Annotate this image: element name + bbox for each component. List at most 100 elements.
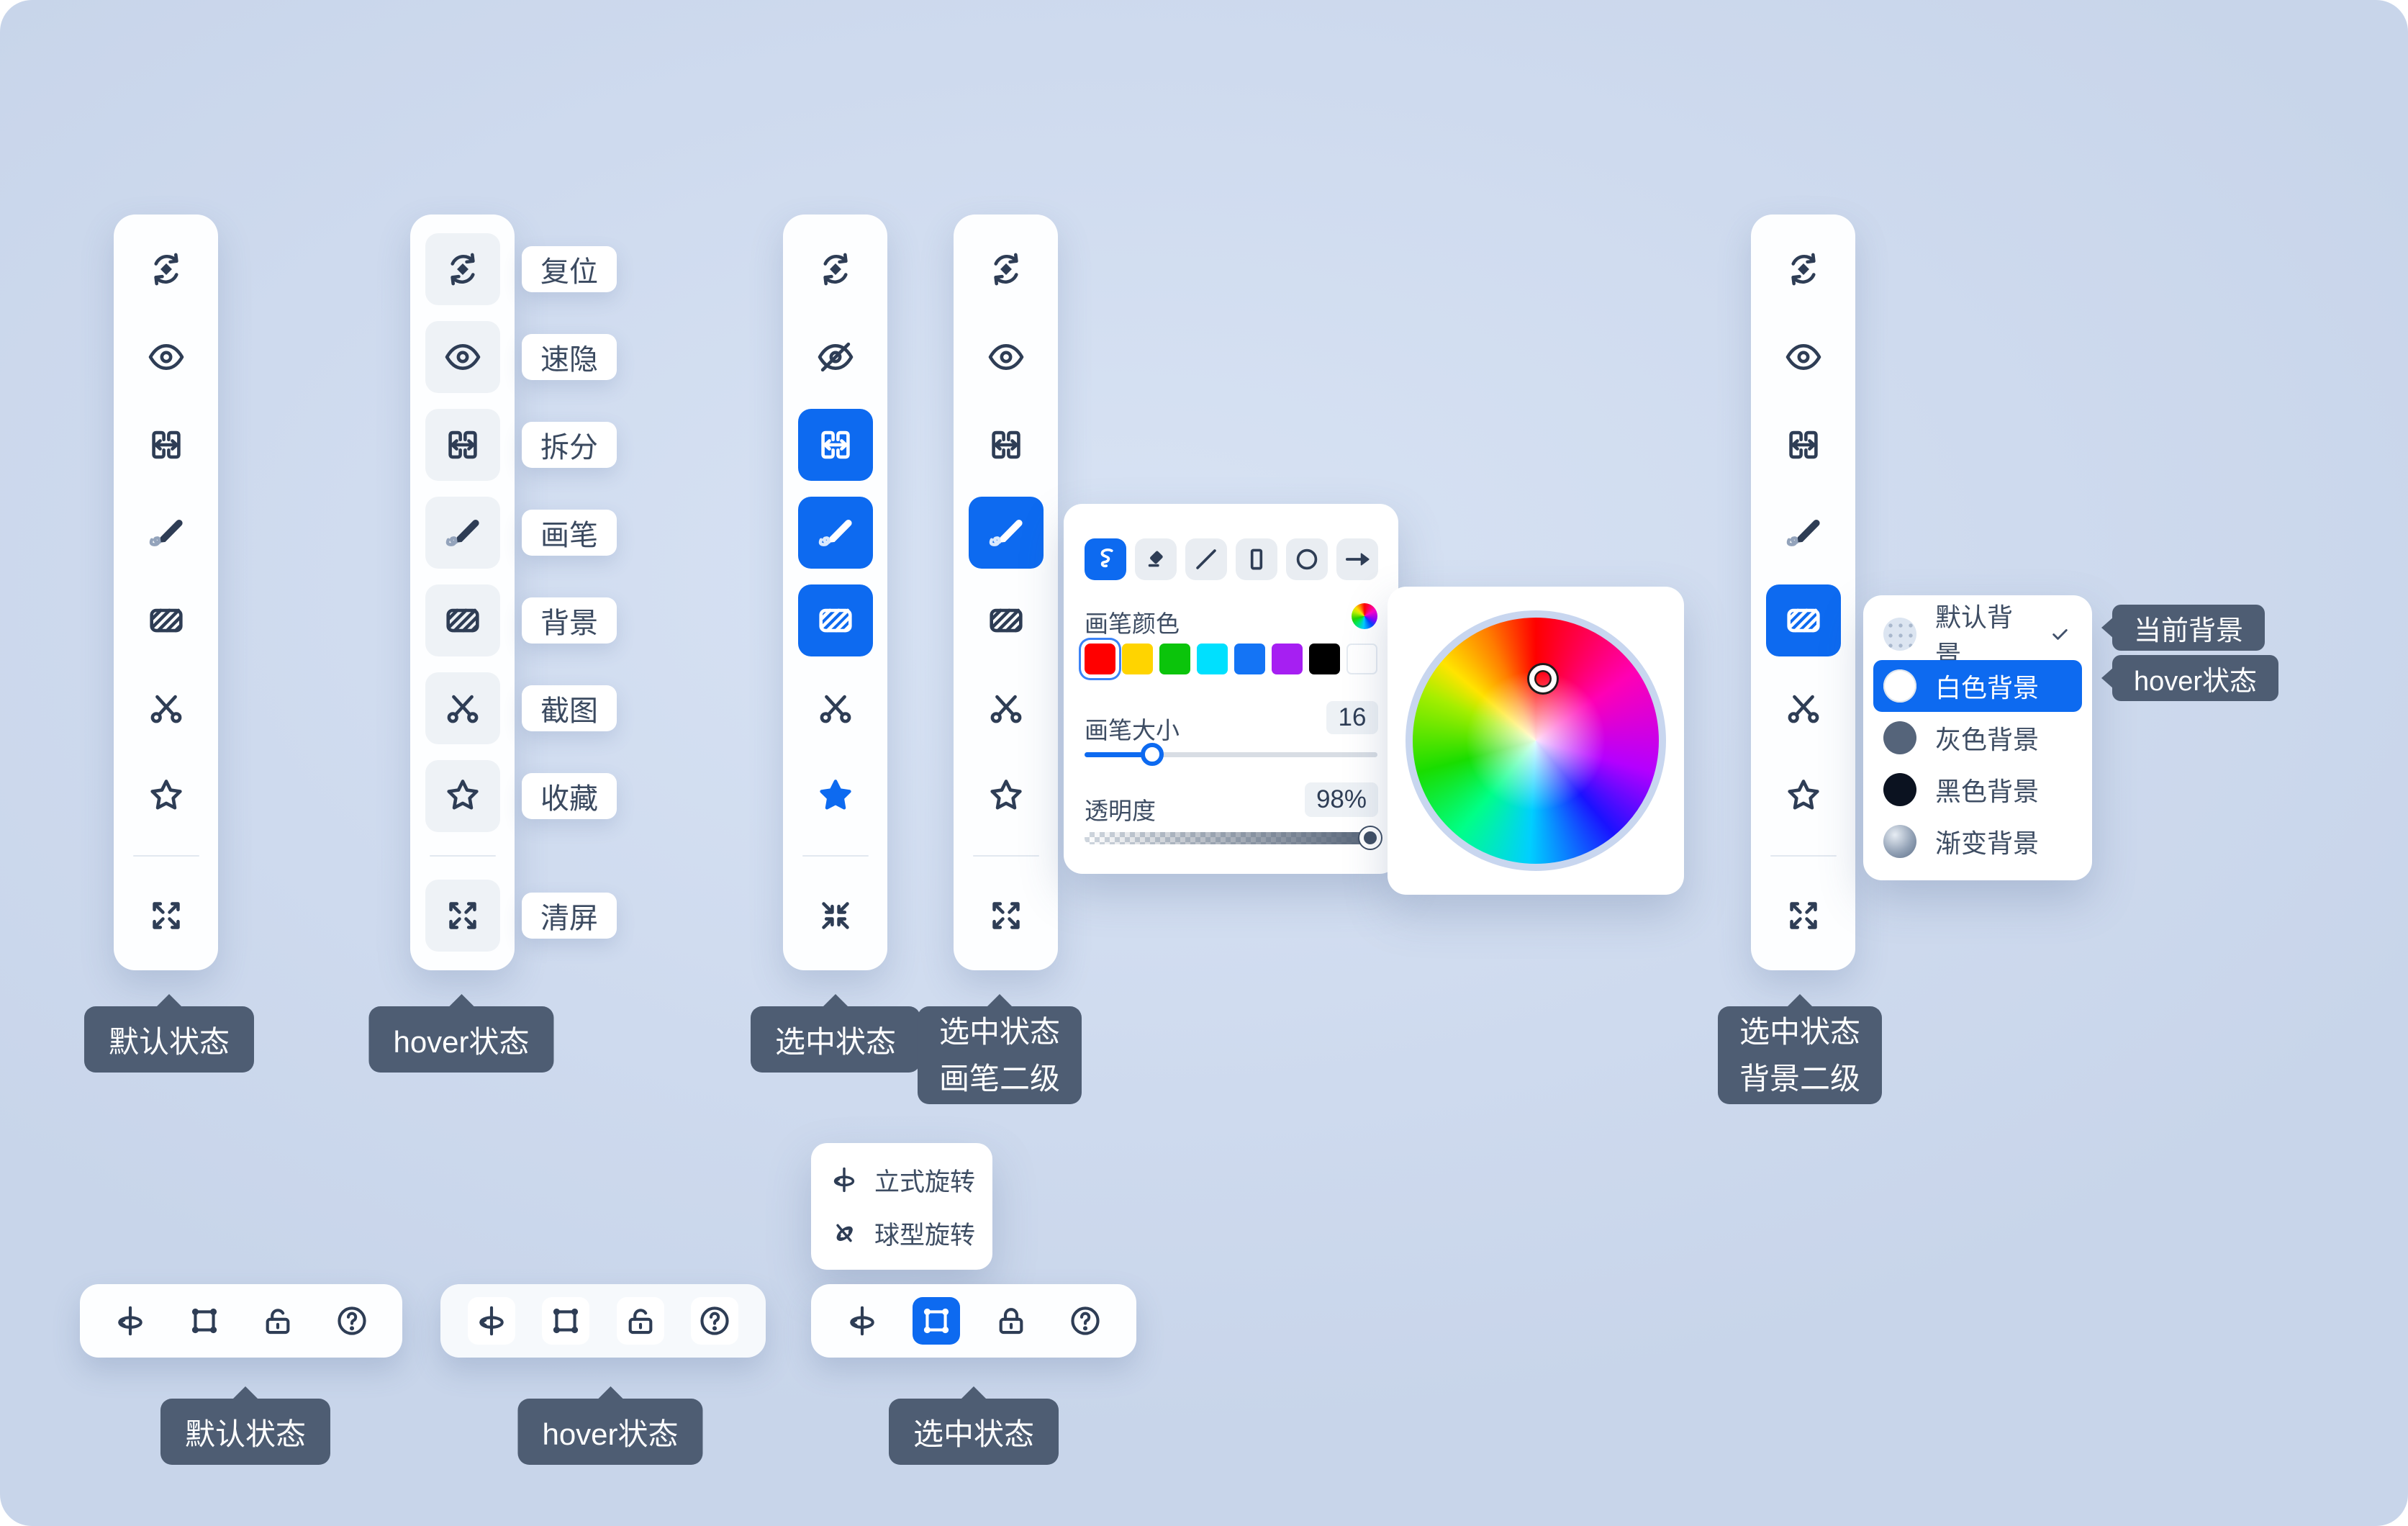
screenshot-button[interactable] bbox=[798, 672, 873, 744]
reset-button[interactable] bbox=[798, 233, 873, 305]
line-tool-button[interactable] bbox=[1185, 538, 1227, 580]
star-icon bbox=[442, 775, 484, 817]
swatch-white[interactable] bbox=[1346, 644, 1377, 674]
star-filled-icon bbox=[815, 775, 856, 817]
background-icon bbox=[815, 600, 856, 641]
swatch-green[interactable] bbox=[1159, 644, 1190, 674]
slider-knob[interactable] bbox=[1141, 743, 1164, 766]
hide-button[interactable] bbox=[1766, 321, 1841, 393]
screenshot-button[interactable] bbox=[969, 672, 1044, 744]
arrow-tool-button[interactable] bbox=[1336, 538, 1378, 580]
swatch-blue[interactable] bbox=[1234, 644, 1265, 674]
menu-item-gradient-bg[interactable]: 渐变背景 bbox=[1873, 816, 2082, 867]
star-icon bbox=[985, 775, 1027, 817]
screenshot-button[interactable] bbox=[1766, 672, 1841, 744]
split-button[interactable] bbox=[798, 409, 873, 481]
favorite-button[interactable] bbox=[798, 760, 873, 832]
reset-button[interactable] bbox=[129, 233, 204, 305]
menu-item-default-bg[interactable]: 默认背景 bbox=[1873, 608, 2082, 660]
fullscreen-button[interactable] bbox=[969, 880, 1044, 952]
pen-tool-button[interactable] bbox=[1085, 538, 1126, 580]
menu-item-gray-bg[interactable]: 灰色背景 bbox=[1873, 712, 2082, 764]
ellipse-tool-button[interactable] bbox=[1286, 538, 1328, 580]
favorite-button[interactable] bbox=[1766, 760, 1841, 832]
lock-button[interactable] bbox=[617, 1297, 664, 1345]
transform-frame-button[interactable] bbox=[181, 1297, 228, 1345]
transform-frame-button[interactable] bbox=[913, 1297, 960, 1345]
swatch-yellow[interactable] bbox=[1122, 644, 1153, 674]
split-button[interactable] bbox=[969, 409, 1044, 481]
swatch-black[interactable] bbox=[1309, 644, 1340, 674]
swatch-cyan[interactable] bbox=[1197, 644, 1228, 674]
favorite-button[interactable] bbox=[129, 760, 204, 832]
background-button[interactable] bbox=[129, 584, 204, 656]
hide-button[interactable] bbox=[425, 321, 500, 393]
brush-size-label: 画笔大小 bbox=[1085, 711, 1180, 746]
slider-knob[interactable] bbox=[1359, 827, 1381, 849]
tooltip-current-background: 当前背景 bbox=[2112, 605, 2265, 651]
brush-size-slider[interactable] bbox=[1085, 752, 1377, 757]
eraser-tool-button[interactable] bbox=[1135, 538, 1177, 580]
toolbar-default bbox=[114, 215, 218, 970]
reset-button[interactable] bbox=[969, 233, 1044, 305]
favorite-button[interactable] bbox=[425, 760, 500, 832]
color-wheel-button[interactable] bbox=[1352, 603, 1377, 629]
brush-button[interactable] bbox=[798, 497, 873, 569]
help-button[interactable] bbox=[1062, 1297, 1109, 1345]
split-button[interactable] bbox=[129, 409, 204, 481]
background-button[interactable] bbox=[1766, 584, 1841, 656]
eye-off-icon bbox=[815, 336, 856, 378]
split-button[interactable] bbox=[425, 409, 500, 481]
tooltip-favorite: 收藏 bbox=[522, 773, 617, 819]
vertical-rotate-icon bbox=[828, 1162, 860, 1197]
fullscreen-button[interactable] bbox=[425, 880, 500, 952]
swatch-purple[interactable] bbox=[1272, 644, 1303, 674]
toolbar-brush-open bbox=[954, 215, 1058, 970]
brush-button[interactable] bbox=[425, 497, 500, 569]
hide-button[interactable] bbox=[969, 321, 1044, 393]
rotate-button[interactable] bbox=[838, 1297, 886, 1345]
menu-item-vertical-rotate[interactable]: 立式旋转 bbox=[828, 1157, 975, 1202]
lock-button[interactable] bbox=[254, 1297, 302, 1345]
background-button[interactable] bbox=[798, 584, 873, 656]
menu-item-white-bg[interactable]: 白色背景 bbox=[1873, 660, 2082, 712]
brush-button[interactable] bbox=[969, 497, 1044, 569]
state-label-default: 默认状态 bbox=[84, 1006, 254, 1073]
screenshot-button[interactable] bbox=[129, 672, 204, 744]
frame-icon bbox=[186, 1302, 223, 1340]
opacity-slider[interactable] bbox=[1085, 832, 1377, 844]
color-selector-handle[interactable] bbox=[1529, 665, 1557, 692]
reset-button[interactable] bbox=[425, 233, 500, 305]
frame-icon bbox=[918, 1302, 955, 1340]
lock-closed-icon bbox=[992, 1302, 1030, 1340]
reset-button[interactable] bbox=[1766, 233, 1841, 305]
fullscreen-button[interactable] bbox=[1766, 880, 1841, 952]
swatch-red[interactable] bbox=[1085, 644, 1115, 674]
hue-wheel[interactable] bbox=[1406, 610, 1666, 871]
menu-item-sphere-rotate[interactable]: 球型旋转 bbox=[828, 1211, 975, 1255]
fullscreen-button[interactable] bbox=[798, 880, 873, 952]
rectangle-tool-button[interactable] bbox=[1236, 538, 1277, 580]
fullscreen-button[interactable] bbox=[129, 880, 204, 952]
lock-button[interactable] bbox=[987, 1297, 1035, 1345]
hide-button[interactable] bbox=[129, 321, 204, 393]
rotate-button[interactable] bbox=[107, 1297, 154, 1345]
color-wheel[interactable] bbox=[1406, 610, 1666, 871]
split-icon bbox=[985, 424, 1027, 466]
transform-frame-button[interactable] bbox=[542, 1297, 589, 1345]
color-wheel-panel bbox=[1388, 587, 1684, 895]
background-button[interactable] bbox=[969, 584, 1044, 656]
background-button[interactable] bbox=[425, 584, 500, 656]
hide-button[interactable] bbox=[798, 321, 873, 393]
lock-open-icon bbox=[622, 1302, 659, 1340]
menu-item-black-bg[interactable]: 黑色背景 bbox=[1873, 764, 2082, 816]
help-button[interactable] bbox=[691, 1297, 738, 1345]
brush-button[interactable] bbox=[1766, 497, 1841, 569]
help-button[interactable] bbox=[328, 1297, 376, 1345]
split-button[interactable] bbox=[1766, 409, 1841, 481]
screenshot-button[interactable] bbox=[425, 672, 500, 744]
rotate-button[interactable] bbox=[468, 1297, 515, 1345]
tooltip-split: 拆分 bbox=[522, 422, 617, 468]
favorite-button[interactable] bbox=[969, 760, 1044, 832]
brush-button[interactable] bbox=[129, 497, 204, 569]
